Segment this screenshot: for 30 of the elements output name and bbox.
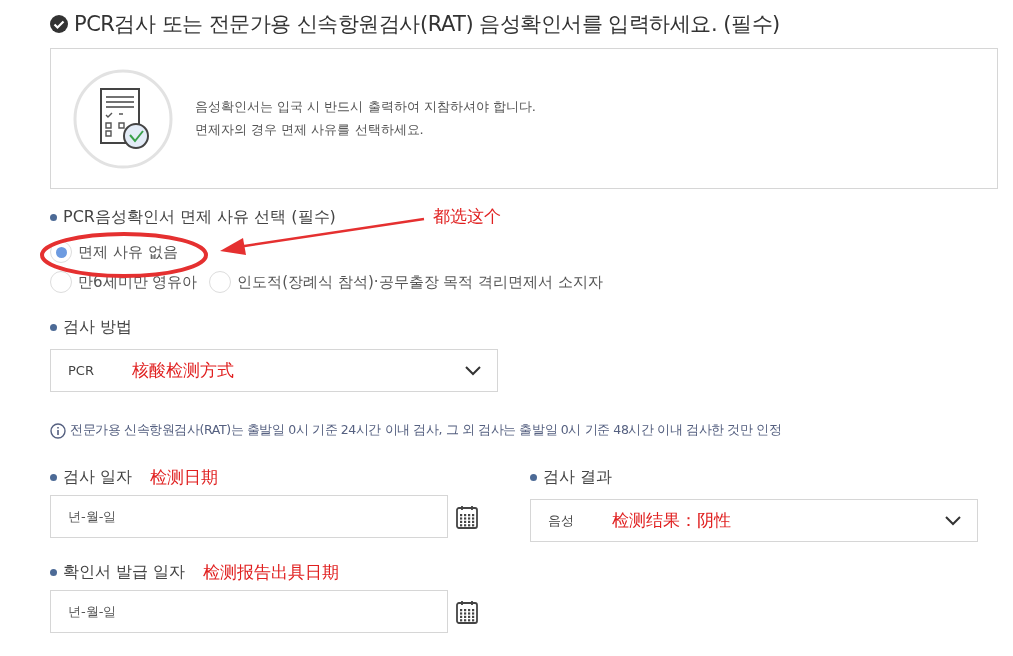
radio-option[interactable]: 만6세미만 영유아 bbox=[50, 271, 198, 293]
field-label: 검사 방법 bbox=[50, 316, 133, 338]
annotation-text: 检测报告出具日期 bbox=[203, 560, 340, 584]
annotation-text: 检测日期 bbox=[150, 465, 219, 489]
field-label: 검사 일자 bbox=[50, 466, 133, 488]
calendar-icon[interactable] bbox=[456, 599, 478, 624]
method-select[interactable]: PCR 核酸检测方式 bbox=[50, 349, 498, 392]
field-label: 확인서 발급 일자 bbox=[50, 561, 186, 583]
field-label: PCR음성확인서 면제 사유 선택 (필수) bbox=[50, 206, 336, 228]
radio-option[interactable]: 면제 사유 없음 bbox=[50, 241, 178, 263]
radio-button[interactable] bbox=[50, 271, 72, 293]
info-icon bbox=[50, 422, 66, 439]
notice-text: 음성확인서는 입국 시 반드시 출력하여 지참하셔야 합니다. bbox=[195, 98, 536, 116]
chevron-down-icon bbox=[465, 365, 481, 376]
result-select[interactable]: 음성 检测结果：阴性 bbox=[530, 499, 978, 542]
date-field[interactable]: 년-월-일 bbox=[50, 495, 448, 538]
annotation-text: 都选这个 bbox=[433, 206, 501, 226]
check-circle-icon bbox=[50, 15, 68, 33]
annotation-text: 核酸检测方式 bbox=[131, 359, 234, 382]
radio-option[interactable]: 인도적(장례식 참석)·공무출장 목적 격리면제서 소지자 bbox=[209, 271, 603, 293]
field-label: 검사 결과 bbox=[530, 466, 613, 488]
radio-button[interactable] bbox=[209, 271, 232, 293]
annotation-text: 检测结果：阴性 bbox=[612, 509, 731, 532]
notice-text: 면제자의 경우 면제 사유를 선택하세요. bbox=[195, 121, 425, 139]
section-title: PCR검사 또는 전문가용 신속항원검사(RAT) 음성확인서를 입력하세요. (필수) bbox=[74, 11, 780, 38]
document-check-icon bbox=[73, 68, 173, 169]
date-field[interactable]: 년-월-일 bbox=[50, 590, 448, 633]
calendar-icon[interactable] bbox=[456, 504, 478, 529]
chevron-down-icon bbox=[945, 515, 961, 526]
info-note: 전문가용 신속항원검사(RAT)는 출발일 0시 기준 24시간 이내 검사, 그 외 검사는 출발일 0시 기준 48시간 이내 검사한 것만 인정 bbox=[70, 422, 782, 439]
